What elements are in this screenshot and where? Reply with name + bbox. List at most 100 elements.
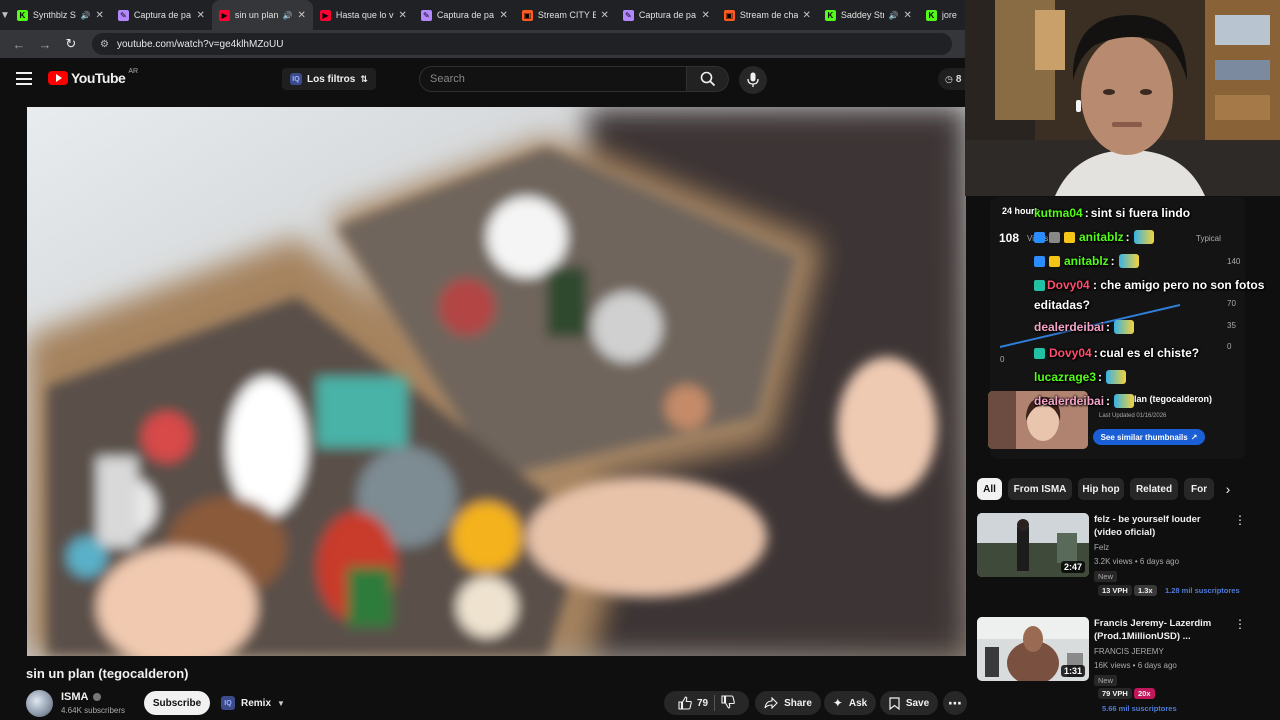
channel-avatar[interactable]	[26, 690, 53, 717]
youtube-logo-text: YouTube	[71, 70, 126, 86]
microphone-icon	[747, 72, 759, 87]
browser-tab[interactable]: ✎ Captura de pa ✕	[616, 0, 717, 30]
more-vertical-icon[interactable]: ⋮	[1234, 617, 1246, 631]
tab-favicon-icon: ✎	[117, 9, 129, 21]
thumbs-up-icon	[678, 696, 692, 710]
browser-tab[interactable]: Kjore	[919, 0, 965, 30]
chat-username[interactable]: kutma04	[1034, 203, 1083, 223]
channel-name: ISMA	[61, 691, 89, 703]
tab-audio-icon[interactable]: 🔊	[81, 11, 91, 20]
browser-tab-strip: ▼ K Synthblz S 🔊 ✕ ✎ Captura de pa ✕ ▶ sin un pl…	[0, 0, 965, 30]
reload-icon[interactable]: ↻	[60, 33, 82, 55]
browser-tab[interactable]: ✎ Captura de pa ✕	[111, 0, 212, 30]
chip-for-you[interactable]: For	[1184, 478, 1214, 500]
recommendation-title[interactable]: Francis Jeremy- Lazerdim (Prod.1MillionU…	[1094, 617, 1226, 643]
tab-close-icon[interactable]: ✕	[399, 10, 407, 21]
share-button[interactable]: Share	[755, 691, 821, 715]
timer-chip[interactable]: ◷ 8	[938, 68, 968, 90]
chat-badge-icon	[1049, 255, 1060, 267]
tab-close-icon[interactable]: ✕	[500, 10, 508, 21]
tab-audio-icon[interactable]: 🔊	[889, 11, 899, 20]
browser-tab[interactable]: K Saddey Str 🔊 ✕	[818, 0, 919, 30]
search-input[interactable]: Search	[419, 66, 687, 92]
recommendation-channel[interactable]: Felz	[1094, 543, 1109, 552]
tab-close-icon[interactable]: ✕	[197, 10, 205, 21]
channel-name-row[interactable]: ISMA	[61, 691, 101, 703]
tab-title: Captura de pa	[638, 10, 696, 20]
search-button[interactable]	[687, 66, 729, 92]
chip-related[interactable]: Related	[1130, 478, 1178, 500]
tab-close-icon[interactable]: ✕	[904, 10, 912, 21]
tab-close-icon[interactable]: ✕	[298, 10, 306, 21]
url-field[interactable]: ⚙ youtube.com/watch?v=ge4klhMZoUU	[92, 33, 952, 55]
more-actions-button[interactable]: ⋯	[943, 691, 967, 715]
like-button[interactable]: 79	[678, 696, 708, 710]
menu-icon[interactable]	[16, 72, 32, 85]
subscriber-count: 4.64K subscribers	[61, 706, 126, 715]
subscriber-badge: 1.28 mil suscriptores	[1165, 586, 1240, 595]
tab-audio-icon[interactable]: 🔊	[283, 11, 293, 20]
tab-title: Stream CITY B	[537, 10, 596, 20]
chat-username[interactable]: dealerdeibai	[1034, 391, 1104, 411]
recommendation-thumbnail[interactable]: 1:31	[977, 617, 1089, 681]
chat-message: anitablz :	[1034, 251, 1139, 271]
browser-tab[interactable]: ▣ Stream de cha ✕	[717, 0, 818, 30]
save-button[interactable]: Save	[880, 691, 938, 715]
tab-close-icon[interactable]: ✕	[803, 10, 811, 21]
subscribe-button[interactable]: Subscribe	[144, 691, 210, 715]
remix-button[interactable]: IQ Remix ▼	[216, 691, 286, 715]
tab-search-icon[interactable]: ▼	[0, 0, 10, 30]
bookmark-icon	[889, 696, 900, 710]
chip-all[interactable]: All	[977, 478, 1002, 500]
more-vertical-icon[interactable]: ⋮	[1234, 513, 1246, 527]
chat-separator: :	[1084, 206, 1089, 220]
like-dislike-pill: 79	[664, 691, 749, 715]
chevron-right-icon[interactable]: ›	[1220, 480, 1236, 498]
site-info-icon[interactable]: ⚙	[100, 39, 109, 50]
browser-tab[interactable]: ▶ sin un plan 🔊 ✕	[211, 0, 313, 30]
tab-close-icon[interactable]: ✕	[96, 10, 104, 21]
tab-title: Hasta que lo v	[335, 10, 394, 20]
chat-text: cual es el chiste?	[1099, 346, 1200, 360]
forward-icon[interactable]: →	[34, 33, 56, 55]
tab-close-icon[interactable]: ✕	[702, 10, 710, 21]
ask-button[interactable]: ✦ Ask	[824, 691, 876, 715]
video-duration: 1:31	[1060, 665, 1085, 677]
search-placeholder: Search	[430, 73, 465, 85]
chat-badge-icon	[1034, 255, 1045, 267]
sliders-icon: ⇅	[360, 73, 368, 84]
chat-username[interactable]: lucazrage3	[1034, 367, 1096, 387]
tab-favicon-icon: ▣	[723, 9, 735, 21]
tab-favicon-icon: ▶	[319, 9, 331, 21]
youtube-logo[interactable]: YouTube AR	[48, 68, 138, 86]
filters-button[interactable]: IQ Los filtros ⇅	[282, 68, 376, 90]
browser-tab[interactable]: ▶ Hasta que lo v ✕	[313, 0, 414, 30]
see-similar-button[interactable]: See similar thumbnails ↗	[1093, 429, 1205, 445]
chat-username[interactable]: anitablz	[1064, 251, 1109, 271]
webcam-overlay	[965, 0, 1280, 196]
browser-tab[interactable]: ✎ Captura de pa ✕	[414, 0, 515, 30]
tab-favicon-icon: ✎	[622, 9, 634, 21]
chat-emote-icon	[1114, 320, 1135, 334]
multiplier-badge: 1.3x	[1134, 585, 1157, 596]
chat-username[interactable]: Dovy04	[1047, 278, 1090, 292]
chat-separator: :	[1089, 278, 1101, 292]
back-icon[interactable]: ←	[8, 33, 30, 55]
browser-tab[interactable]: ▣ Stream CITY B ✕	[515, 0, 616, 30]
x-zero-label: 0	[1000, 355, 1005, 364]
recommendation-title[interactable]: felz - be yourself louder (video oficial…	[1094, 513, 1226, 539]
recommendation-channel[interactable]: FRANCIS JEREMY	[1094, 647, 1164, 656]
chip-hip-hop[interactable]: Hip hop	[1078, 478, 1124, 500]
chat-username[interactable]: anitablz	[1079, 227, 1124, 247]
chat-username[interactable]: dealerdeibai	[1034, 317, 1104, 337]
tab-favicon-icon: ✎	[420, 9, 432, 21]
chip-from-isma[interactable]: From ISMA	[1008, 478, 1072, 500]
browser-tab[interactable]: K Synthblz S 🔊 ✕	[10, 0, 111, 30]
chat-username[interactable]: Dovy04	[1049, 343, 1092, 363]
tab-favicon-icon: K	[925, 9, 937, 21]
voice-search-button[interactable]	[739, 66, 767, 94]
tab-close-icon[interactable]: ✕	[601, 10, 609, 21]
recommendation-thumbnail[interactable]: 2:47	[977, 513, 1089, 577]
dislike-button[interactable]	[721, 694, 735, 712]
video-player[interactable]	[27, 107, 966, 656]
